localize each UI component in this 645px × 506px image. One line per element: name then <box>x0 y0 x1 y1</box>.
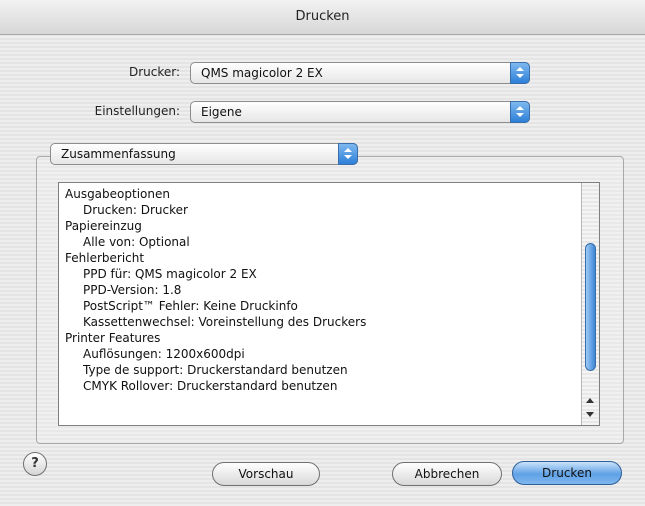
summary-line: CMYK Rollover: Druckerstandard benutzen <box>83 379 338 393</box>
summary-line: Ausgabeoptionen <box>65 187 170 201</box>
summary-line: PostScript™ Fehler: Keine Druckinfo <box>83 299 298 313</box>
summary-line: Kassettenwechsel: Voreinstellung des Dru… <box>83 315 367 329</box>
print-button[interactable]: Drucken <box>512 461 622 485</box>
cancel-button[interactable]: Abbrechen <box>392 462 502 486</box>
presets-select[interactable]: Eigene <box>190 101 530 123</box>
summary-line: PPD für: QMS magicolor 2 EX <box>83 267 257 281</box>
popup-arrows-icon <box>510 101 530 123</box>
panel-select[interactable]: Zusammenfassung <box>50 143 358 165</box>
summary-line: Auflösungen: 1200x600dpi <box>83 347 245 361</box>
printer-select-value: QMS magicolor 2 EX <box>201 66 323 80</box>
popup-arrows-icon <box>510 62 530 84</box>
scroll-up-arrow-icon[interactable] <box>586 398 594 403</box>
scroll-down-arrow-icon[interactable] <box>586 412 594 417</box>
popup-arrows-icon <box>338 143 358 165</box>
summary-list[interactable]: Ausgabeoptionen Drucken: Drucker Papierein… <box>58 182 600 426</box>
summary-scrollbar[interactable] <box>581 183 599 425</box>
summary-lines: Ausgabeoptionen Drucken: Drucker Papierein… <box>65 186 577 394</box>
presets-select-value: Eigene <box>201 105 242 119</box>
printer-label: Drucker: <box>128 65 180 79</box>
summary-line: Alle von: Optional <box>83 235 190 249</box>
panel-select-value: Zusammenfassung <box>61 147 176 161</box>
scrollbar-thumb[interactable] <box>585 243 596 371</box>
window-title: Drucken <box>0 0 645 35</box>
summary-line: PPD-Version: 1.8 <box>83 283 182 297</box>
printer-select[interactable]: QMS magicolor 2 EX <box>190 62 530 84</box>
help-button[interactable]: ? <box>23 452 47 476</box>
summary-line: Fehlerbericht <box>65 251 145 265</box>
presets-label: Einstellungen: <box>94 104 180 118</box>
preview-button[interactable]: Vorschau <box>212 462 320 486</box>
summary-line: Printer Features <box>65 331 161 345</box>
summary-line: Drucken: Drucker <box>83 203 188 217</box>
summary-line: Papiereinzug <box>65 219 142 233</box>
summary-line: Type de support: Druckerstandard benutze… <box>83 363 348 377</box>
